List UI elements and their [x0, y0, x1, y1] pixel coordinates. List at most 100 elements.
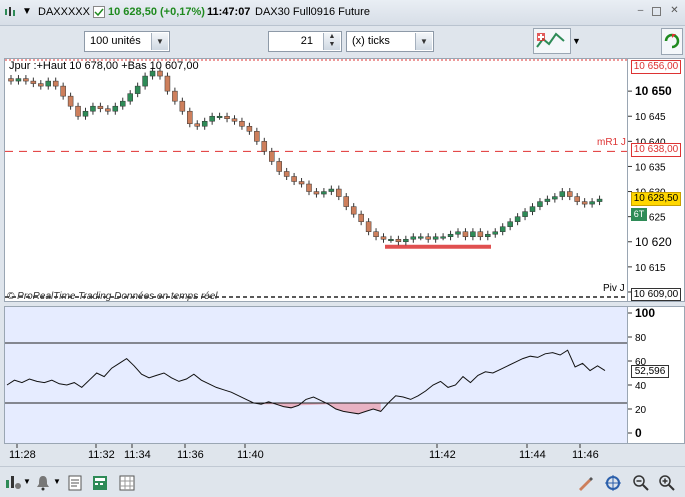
candle: [187, 107, 193, 128]
candle-body-down: [75, 105, 81, 117]
time-axis-svg: 11:28 11:32 11:34 11:36 11:40 11:42 11:44 11:46: [9, 444, 599, 461]
zoom-out-icon[interactable]: [632, 474, 650, 492]
candle-body-up: [447, 233, 454, 237]
minimize-icon[interactable]: –: [635, 6, 646, 17]
symbol-label[interactable]: DAXXXXX: [38, 6, 90, 18]
candle-body-down: [581, 201, 588, 205]
candle-body-down: [462, 231, 469, 237]
time-label: 11:47:07: [207, 6, 251, 18]
candle: [142, 72, 148, 90]
indicators-icon: [536, 32, 565, 48]
chevron-down-icon[interactable]: ▼: [22, 6, 34, 18]
calculator-icon[interactable]: [91, 474, 109, 492]
candle-body-up: [499, 226, 506, 232]
time-tick-label: 11:44: [519, 449, 546, 461]
refresh-button[interactable]: [661, 28, 683, 55]
candle-body-down: [306, 183, 312, 192]
candle: [291, 172, 297, 186]
oscillator-axis[interactable]: 100 80 60 40 20 0 52,596: [628, 306, 685, 444]
candle-body-down: [105, 108, 111, 112]
candle: [358, 210, 364, 226]
document-icon[interactable]: [66, 474, 84, 492]
candle-body-up: [410, 236, 417, 240]
candle: [485, 230, 491, 241]
candle-body-down: [276, 161, 282, 172]
candle: [321, 188, 327, 198]
candle: [581, 198, 588, 208]
candle: [552, 193, 558, 203]
osc-tick-label: 0: [635, 426, 642, 440]
chevron-down-icon[interactable]: ▼: [53, 477, 61, 486]
ticks-stepper[interactable]: 21 ▲ ▼: [268, 31, 342, 52]
candle-body-down: [23, 78, 29, 82]
candle-body-up: [388, 239, 394, 242]
candle-body-up: [201, 121, 208, 127]
drawing-tool-icon[interactable]: [576, 474, 594, 492]
candle: [529, 203, 536, 216]
candle: [350, 203, 357, 218]
candle: [418, 233, 424, 241]
candle: [164, 72, 171, 95]
candle: [15, 75, 22, 85]
chart-icon: [5, 7, 15, 16]
zoom-in-icon[interactable]: [658, 474, 676, 492]
candle-body-up: [529, 206, 536, 212]
osc-tick-label: 40: [635, 381, 647, 392]
candle-body-up: [15, 78, 22, 82]
candle: [403, 235, 409, 246]
candle-body-down: [239, 121, 245, 127]
candle-body-up: [112, 105, 119, 112]
ticks-unit-value: (x) ticks: [352, 35, 390, 47]
price-axis[interactable]: 10 65010 64510 64010 63510 63010 62510 6…: [628, 58, 685, 302]
candle: [462, 228, 469, 241]
chevron-down-icon[interactable]: ▼: [151, 33, 168, 50]
candle-body-down: [231, 118, 238, 122]
mr1-badge: 10 638,00: [631, 143, 681, 157]
candle: [194, 120, 200, 130]
candle: [90, 102, 96, 115]
candle-body-down: [30, 80, 37, 84]
grid-icon[interactable]: [118, 474, 136, 492]
price-tick-label: 10 615: [635, 263, 666, 274]
indicators-button[interactable]: [533, 28, 571, 54]
candle: [261, 137, 268, 155]
candle: [544, 195, 551, 206]
price-tick-label: 10 650: [635, 84, 672, 98]
quantity-dropdown[interactable]: 100 unités ▼: [84, 31, 170, 52]
oscillator-panel[interactable]: [4, 306, 628, 444]
status-bar: ▼ ▼: [0, 466, 685, 497]
high-badge: 10 656,00: [631, 60, 681, 74]
checkbox-icon[interactable]: [93, 6, 105, 18]
candle-body-up: [142, 75, 148, 87]
time-tick-label: 11:32: [88, 449, 115, 461]
chevron-down-icon[interactable]: ▼: [572, 36, 581, 46]
bell-icon[interactable]: [34, 474, 52, 492]
candle-body-down: [172, 90, 178, 102]
chevron-down-icon[interactable]: ▼: [23, 477, 31, 486]
stepper-arrows-icon[interactable]: ▲ ▼: [323, 33, 340, 50]
price-chart-panel[interactable]: Jpur :+Haut 10 678,00 +Bas 10 607,00 mR1…: [4, 58, 628, 302]
candle: [269, 147, 275, 165]
candle-body-down: [336, 188, 342, 197]
crosshair-icon[interactable]: [604, 474, 622, 492]
candle-body-down: [574, 196, 580, 202]
copyright-text: © ProRealTime Trading Données en temps r…: [7, 291, 218, 302]
chart-settings-icon[interactable]: [4, 474, 22, 492]
candle: [507, 218, 513, 231]
candle: [276, 157, 282, 175]
candle: [97, 102, 104, 113]
candle: [30, 77, 37, 88]
candle: [477, 228, 484, 241]
ticks-unit-dropdown[interactable]: (x) ticks ▼: [346, 31, 434, 52]
candle: [388, 235, 394, 243]
maximize-icon[interactable]: [652, 7, 661, 16]
candle-body-up: [470, 231, 476, 237]
candle: [134, 82, 141, 98]
chevron-down-icon[interactable]: ▼: [415, 33, 432, 50]
candle: [470, 228, 476, 241]
close-icon[interactable]: ✕: [669, 6, 680, 17]
price-chart-svg: [5, 59, 627, 298]
candle: [336, 185, 342, 201]
candle: [60, 82, 66, 100]
candle: [567, 188, 573, 201]
